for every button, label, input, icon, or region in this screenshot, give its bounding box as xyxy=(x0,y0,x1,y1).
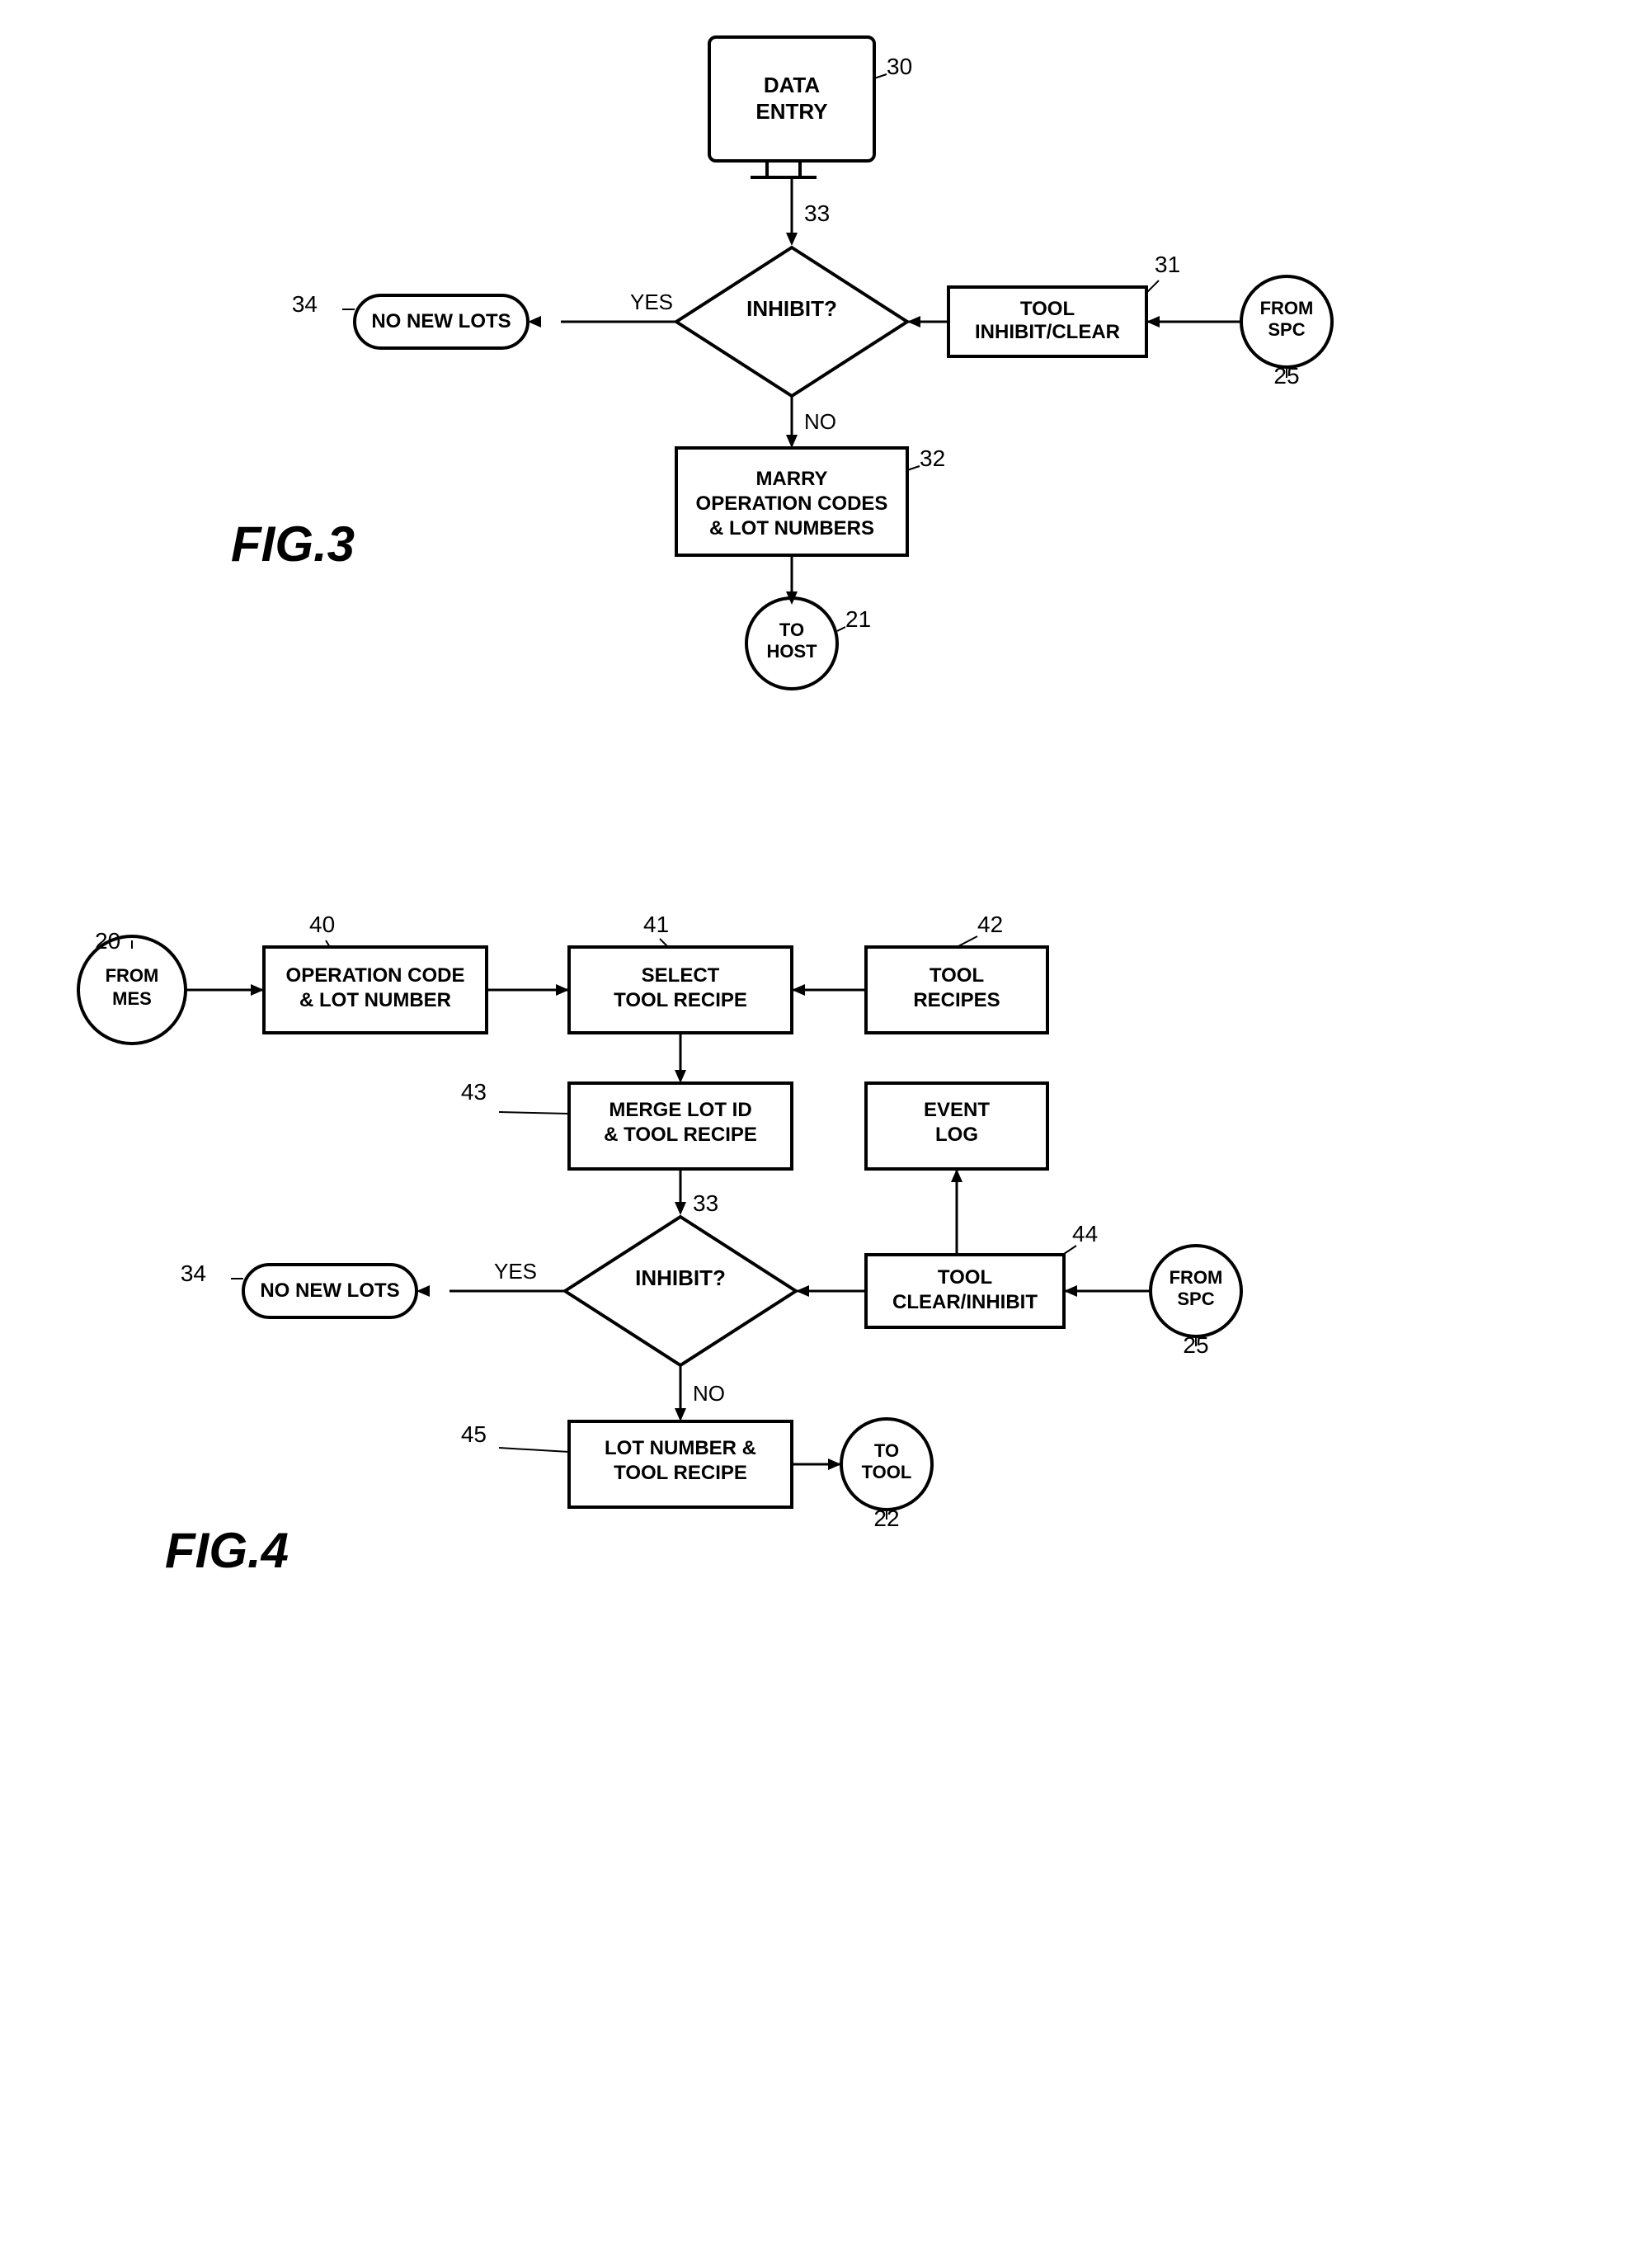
no-label-fig3: NO xyxy=(804,409,836,434)
inhibit-label-fig3: INHIBIT? xyxy=(746,296,837,321)
from-mes-label-2: MES xyxy=(112,988,152,1009)
to-tool-label-1: TO xyxy=(874,1440,899,1461)
op-code-label-1: OPERATION CODE xyxy=(286,964,465,987)
ref-33-fig3: 33 xyxy=(804,200,830,226)
event-log-label-2: LOG xyxy=(935,1124,978,1146)
from-spc-label-2-fig3: SPC xyxy=(1268,319,1305,340)
ref-43: 43 xyxy=(461,1079,487,1105)
select-tool-label-1: SELECT xyxy=(642,964,720,987)
event-log-label-1: EVENT xyxy=(924,1099,990,1121)
ref-34-fig4: 34 xyxy=(181,1261,206,1286)
tool-clear-label-2: CLEAR/INHIBIT xyxy=(892,1291,1038,1313)
fig4-label: FIG.4 xyxy=(165,1523,289,1578)
from-mes-label-1: FROM xyxy=(106,965,159,986)
ref-42: 42 xyxy=(977,912,1003,937)
from-spc-label-1-fig4: FROM xyxy=(1170,1267,1223,1288)
yes-label-fig4: YES xyxy=(494,1259,537,1284)
ref-45: 45 xyxy=(461,1421,487,1447)
ref-21: 21 xyxy=(845,606,871,632)
merge-lot-label-1: MERGE LOT ID xyxy=(609,1099,751,1121)
marry-label-3: & LOT NUMBERS xyxy=(709,517,874,540)
tool-recipes-label-1: TOOL xyxy=(930,964,984,987)
fig3-label: FIG.3 xyxy=(231,516,355,572)
ref-34-fig3: 34 xyxy=(292,291,318,317)
to-host-label-2: HOST xyxy=(766,641,817,662)
from-spc-label-2-fig4: SPC xyxy=(1177,1289,1214,1309)
inhibit-label-fig4: INHIBIT? xyxy=(635,1265,726,1290)
merge-lot-label-2: & TOOL RECIPE xyxy=(604,1124,757,1146)
op-code-label-2: & LOT NUMBER xyxy=(299,989,451,1011)
page: DATA ENTRY 30 33 INHIBIT? YES NO NEW LOT… xyxy=(0,0,1652,2243)
tool-inhibit-label-2: INHIBIT/CLEAR xyxy=(975,321,1120,343)
select-tool-label-2: TOOL RECIPE xyxy=(614,989,747,1011)
tool-recipes-label-2: RECIPES xyxy=(913,989,1000,1011)
data-entry-label-1: DATA xyxy=(764,73,821,97)
tool-inhibit-label-1: TOOL xyxy=(1020,298,1075,320)
marry-label-2: OPERATION CODES xyxy=(696,492,888,515)
marry-label-1: MARRY xyxy=(755,468,827,490)
ref-44: 44 xyxy=(1072,1221,1098,1246)
ref-33-fig4: 33 xyxy=(693,1190,718,1216)
no-new-lots-label-fig4: NO NEW LOTS xyxy=(260,1279,399,1302)
to-tool-label-2: TOOL xyxy=(862,1462,912,1482)
ref-20: 20 xyxy=(95,928,120,954)
no-label-fig4: NO xyxy=(693,1381,725,1406)
tool-clear-label-1: TOOL xyxy=(938,1266,992,1289)
yes-label-fig3: YES xyxy=(630,290,673,314)
ref-31: 31 xyxy=(1155,252,1180,277)
ref-30: 30 xyxy=(887,54,912,79)
lot-number-label-1: LOT NUMBER & xyxy=(605,1437,756,1459)
ref-40: 40 xyxy=(309,912,335,937)
lot-number-label-2: TOOL RECIPE xyxy=(614,1462,747,1484)
ref-41: 41 xyxy=(643,912,669,937)
data-entry-label-2: ENTRY xyxy=(755,99,827,124)
no-new-lots-label-fig3: NO NEW LOTS xyxy=(371,310,511,332)
ref-32: 32 xyxy=(920,445,945,471)
from-spc-label-1-fig3: FROM xyxy=(1260,298,1314,318)
to-host-label-1: TO xyxy=(779,620,804,640)
